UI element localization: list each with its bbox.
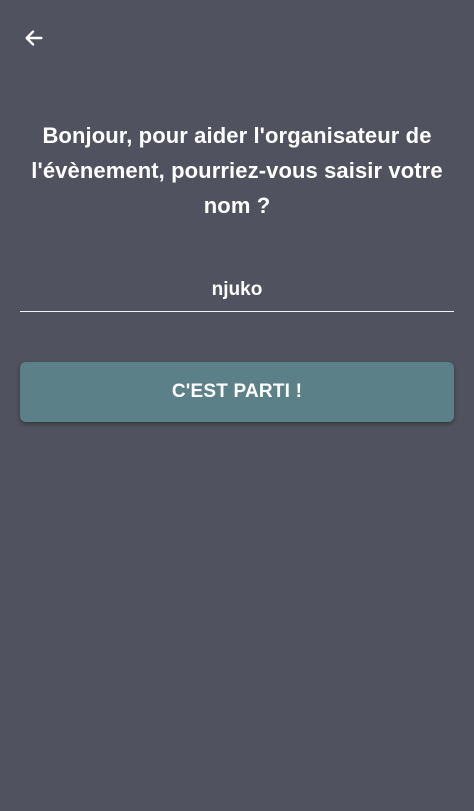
back-button[interactable] <box>14 20 54 56</box>
name-field <box>20 270 454 312</box>
name-input[interactable] <box>20 270 454 310</box>
name-entry-screen: Bonjour, pour aider l'organisateur de l'… <box>0 0 474 811</box>
arrow-left-icon <box>23 27 45 49</box>
submit-button[interactable]: C'EST PARTI ! <box>20 362 454 422</box>
prompt-text: Bonjour, pour aider l'organisateur de l'… <box>31 123 443 218</box>
